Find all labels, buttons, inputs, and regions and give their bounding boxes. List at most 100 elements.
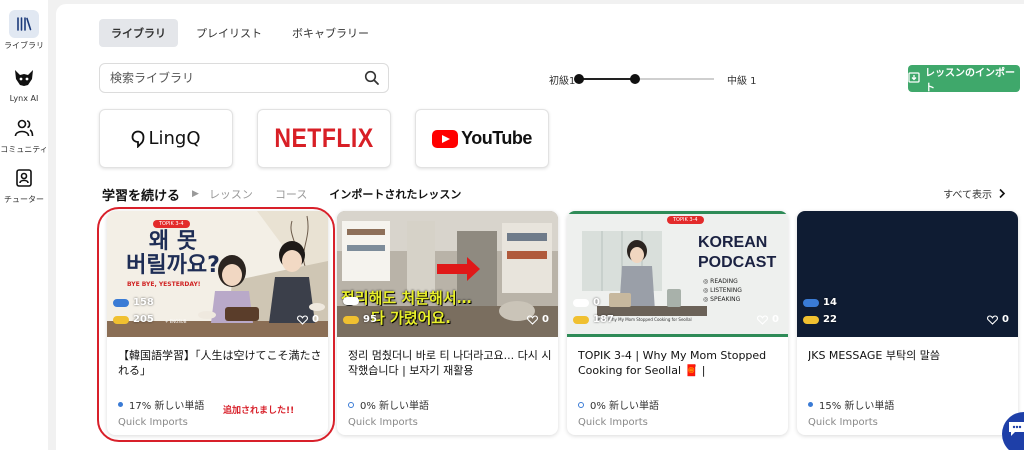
source-netflix[interactable]: NETFLIX xyxy=(257,109,391,168)
library-icon xyxy=(9,10,39,38)
import-lesson-label: レッスンのインポート xyxy=(925,67,1015,94)
sidebar-item-label: コミュニティ xyxy=(0,145,48,154)
skills-list: ◎ READING ◎ LISTENING ◎ SPEAKING xyxy=(703,278,742,303)
lesson-title: JKS MESSAGE 부탁의 말씀 xyxy=(808,349,940,362)
lesson-source: Quick Imports xyxy=(348,417,418,428)
podcast-headline: KOREAN PODCAST xyxy=(698,233,776,273)
sidebar-item-label: ライブラリ xyxy=(4,41,44,50)
lesson-thumbnail: 14 22 0 xyxy=(797,211,1018,337)
heart-icon xyxy=(757,314,769,325)
sidebar-item-community[interactable]: コミュニティ xyxy=(0,114,48,155)
lesson-source: Quick Imports xyxy=(578,417,648,428)
engsub-label: + ENGSUB xyxy=(165,319,187,324)
level-range-fill xyxy=(579,78,635,80)
headline-line-2: 버릴까요? xyxy=(126,253,220,278)
known-words-stat: 0 xyxy=(573,297,600,308)
sidebar-item-label: チューター xyxy=(4,195,44,204)
section-title: 学習を続ける xyxy=(102,188,181,204)
sidebar: ライブラリ Lynx AI コミュニティ チューター xyxy=(0,0,48,450)
level-min-label: 初級1 xyxy=(549,76,576,87)
lingq-words-stat: 205 xyxy=(113,314,154,325)
lesson-thumbnail: 정리해도 처분해서… 다 가렸어요. 95 0 xyxy=(337,211,558,337)
level-track[interactable] xyxy=(574,74,714,84)
search-box xyxy=(99,63,389,93)
known-words-stat: 14 xyxy=(803,297,837,308)
lingq-words-stat: 187 xyxy=(573,314,614,325)
new-words-progress: 17% 新しい単語 xyxy=(118,397,204,412)
tab-library[interactable]: ライブラリ xyxy=(99,19,178,47)
level-min-handle[interactable] xyxy=(574,74,584,84)
likes-count[interactable]: 0 xyxy=(987,314,1009,325)
known-words-stat xyxy=(343,297,363,305)
heart-icon xyxy=(527,314,539,325)
see-all-link[interactable]: すべて表示 xyxy=(943,186,1006,201)
library-tabs: ライブラリ プレイリスト ボキャブラリー xyxy=(99,19,381,47)
headline-line-1: KOREAN xyxy=(698,234,768,251)
lingq-logo: LingQ xyxy=(131,128,201,149)
chat-icon xyxy=(1009,422,1024,436)
see-all-label: すべて表示 xyxy=(943,190,992,201)
annotation-label: 追加されました!! xyxy=(223,406,295,416)
lesson-card[interactable]: 14 22 0 JKS MESSAGE 부탁의 말씀 15% 新しい単語 Qui… xyxy=(797,211,1018,435)
headline-line-1: 왜 못 xyxy=(148,229,198,254)
import-sources: LingQ NETFLIX YouTube xyxy=(99,109,549,168)
tab-vocabulary[interactable]: ボキャブラリー xyxy=(280,19,381,47)
progress-dot-icon xyxy=(578,401,584,408)
chevron-right-icon xyxy=(999,188,1006,199)
topik-tag: TOPIK 3-4 xyxy=(667,216,704,224)
tab-playlist[interactable]: プレイリスト xyxy=(184,19,274,47)
lesson-card[interactable]: TOPIK 3-4 왜 못 버릴까요? BYE BYE, YESTERDAY! … xyxy=(107,211,328,435)
likes-count[interactable]: 0 xyxy=(297,314,319,325)
youtube-logo: YouTube xyxy=(432,128,532,149)
progress-dot-icon xyxy=(118,402,123,407)
import-lesson-button[interactable]: レッスンのインポート xyxy=(908,65,1020,94)
heart-icon xyxy=(297,314,309,325)
lesson-title: TOPIK 3-4 | Why My Mom Stopped Cooking f… xyxy=(578,349,767,377)
lingq-wordmark: LingQ xyxy=(148,128,201,149)
lesson-thumbnail: TOPIK 3-4 KOREAN PODCAST ◎ READING ◎ LIS… xyxy=(567,211,788,337)
sidebar-item-label: Lynx AI xyxy=(9,94,39,103)
new-words-progress: 15% 新しい単語 xyxy=(808,397,894,412)
continue-learning-header: 学習を続ける ▶ レッスン コース インポートされたレッスン すべて表示 xyxy=(102,184,1020,204)
search-input[interactable] xyxy=(100,71,350,85)
lesson-source: Quick Imports xyxy=(118,417,188,428)
tab-lessons[interactable]: レッスン xyxy=(209,186,253,202)
sidebar-item-tutor[interactable]: チューター xyxy=(0,164,48,205)
level-max-label: 中級 1 xyxy=(727,76,757,87)
sidebar-item-library[interactable]: ライブラリ xyxy=(0,10,48,51)
level-range-slider: 初級1 中級 1 xyxy=(549,70,779,88)
headline-line-2: PODCAST xyxy=(698,254,777,271)
lesson-thumbnail: TOPIK 3-4 왜 못 버릴까요? BYE BYE, YESTERDAY! … xyxy=(107,211,328,337)
tab-courses[interactable]: コース xyxy=(275,186,307,202)
lingq-words-stat: 95 xyxy=(343,314,377,325)
likes-count[interactable]: 0 xyxy=(757,314,779,325)
netflix-logo: NETFLIX xyxy=(274,122,374,153)
lesson-title: 정리 멈췄더니 바로 티 나더라고요... 다시 시작했습니다 | 보자기 재활… xyxy=(348,349,552,377)
community-icon xyxy=(9,114,39,142)
lesson-card-list: TOPIK 3-4 왜 못 버릴까요? BYE BYE, YESTERDAY! … xyxy=(107,211,1018,435)
search-icon[interactable] xyxy=(364,70,380,90)
thumbnail-subhead: BYE BYE, YESTERDAY! xyxy=(127,281,201,288)
likes-count[interactable]: 0 xyxy=(527,314,549,325)
lesson-source: Quick Imports xyxy=(808,417,878,428)
thumbnail-headline: 왜 못 버릴까요? xyxy=(113,230,233,278)
lynx-icon xyxy=(9,64,39,92)
topik-tag: TOPIK 3-4 xyxy=(153,220,190,228)
progress-dot-icon xyxy=(808,402,813,407)
source-lingq[interactable]: LingQ xyxy=(99,109,233,168)
tab-imported-lessons[interactable]: インポートされたレッスン xyxy=(329,186,461,202)
lingq-words-stat: 22 xyxy=(803,314,837,325)
youtube-wordmark: YouTube xyxy=(461,128,532,148)
source-youtube[interactable]: YouTube xyxy=(415,109,549,168)
new-words-progress: 0% 新しい単語 xyxy=(578,397,659,412)
sidebar-item-lynx-ai[interactable]: Lynx AI xyxy=(0,64,48,103)
tutor-icon xyxy=(9,164,39,192)
lesson-card[interactable]: TOPIK 3-4 KOREAN PODCAST ◎ READING ◎ LIS… xyxy=(567,211,788,435)
progress-dot-icon xyxy=(348,401,354,408)
lesson-card[interactable]: 정리해도 처분해서… 다 가렸어요. 95 0 정리 멈췄더니 바로 티 나더라… xyxy=(337,211,558,435)
import-icon xyxy=(908,71,920,86)
new-words-progress: 0% 新しい単語 xyxy=(348,397,429,412)
known-words-stat: 158 xyxy=(113,297,154,308)
level-max-handle[interactable] xyxy=(630,74,640,84)
play-arrow-icon: ▶ xyxy=(192,189,199,199)
